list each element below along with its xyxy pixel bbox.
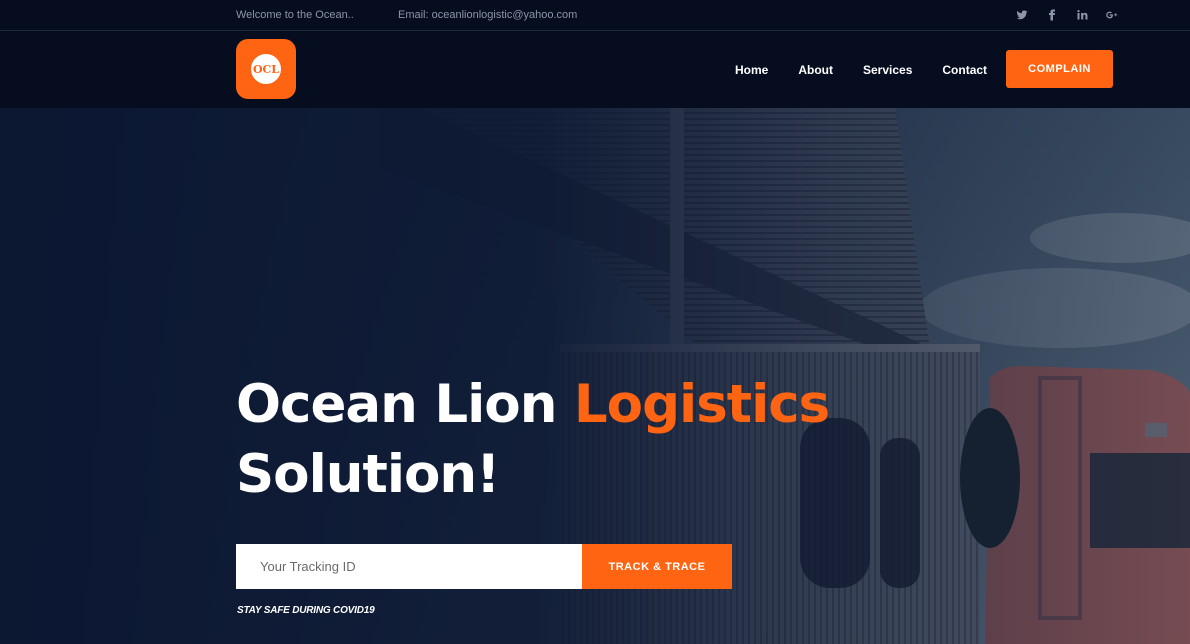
social-links	[1016, 6, 1118, 24]
top-bar: Welcome to the Ocean.. Email: oceanlionl…	[0, 0, 1190, 31]
tracking-id-input[interactable]	[236, 544, 582, 589]
linkedin-icon[interactable]	[1076, 6, 1088, 24]
logo-emblem: OCL	[249, 52, 283, 86]
welcome-text: Welcome to the Ocean..	[236, 9, 354, 21]
main-header: OCL Home About Services Contact COMPLAIN	[0, 31, 1190, 108]
facebook-icon[interactable]	[1046, 6, 1058, 24]
main-nav: Home About Services Contact	[735, 63, 1017, 77]
hero-section: Ocean Lion Logistics Solution! TRACK & T…	[0, 108, 1190, 644]
company-logo[interactable]: OCL	[236, 39, 296, 99]
hero-title-part2: Solution!	[236, 444, 500, 505]
twitter-icon[interactable]	[1016, 6, 1028, 24]
hero-title-accent: Logistics	[573, 374, 830, 435]
track-trace-button[interactable]: TRACK & TRACE	[582, 544, 732, 589]
nav-about[interactable]: About	[798, 63, 833, 77]
logo-text: OCL	[252, 62, 280, 76]
complain-button[interactable]: COMPLAIN	[1006, 50, 1113, 88]
nav-contact[interactable]: Contact	[942, 63, 987, 77]
contact-email[interactable]: Email: oceanlionlogistic@yahoo.com	[398, 9, 577, 21]
google-plus-icon[interactable]	[1106, 6, 1118, 24]
nav-home[interactable]: Home	[735, 63, 768, 77]
hero-title-part1: Ocean Lion	[236, 374, 574, 435]
hero-title: Ocean Lion Logistics Solution!	[236, 370, 830, 510]
nav-services[interactable]: Services	[863, 63, 912, 77]
covid-note: STAY SAFE DURING COVID19	[237, 605, 375, 616]
